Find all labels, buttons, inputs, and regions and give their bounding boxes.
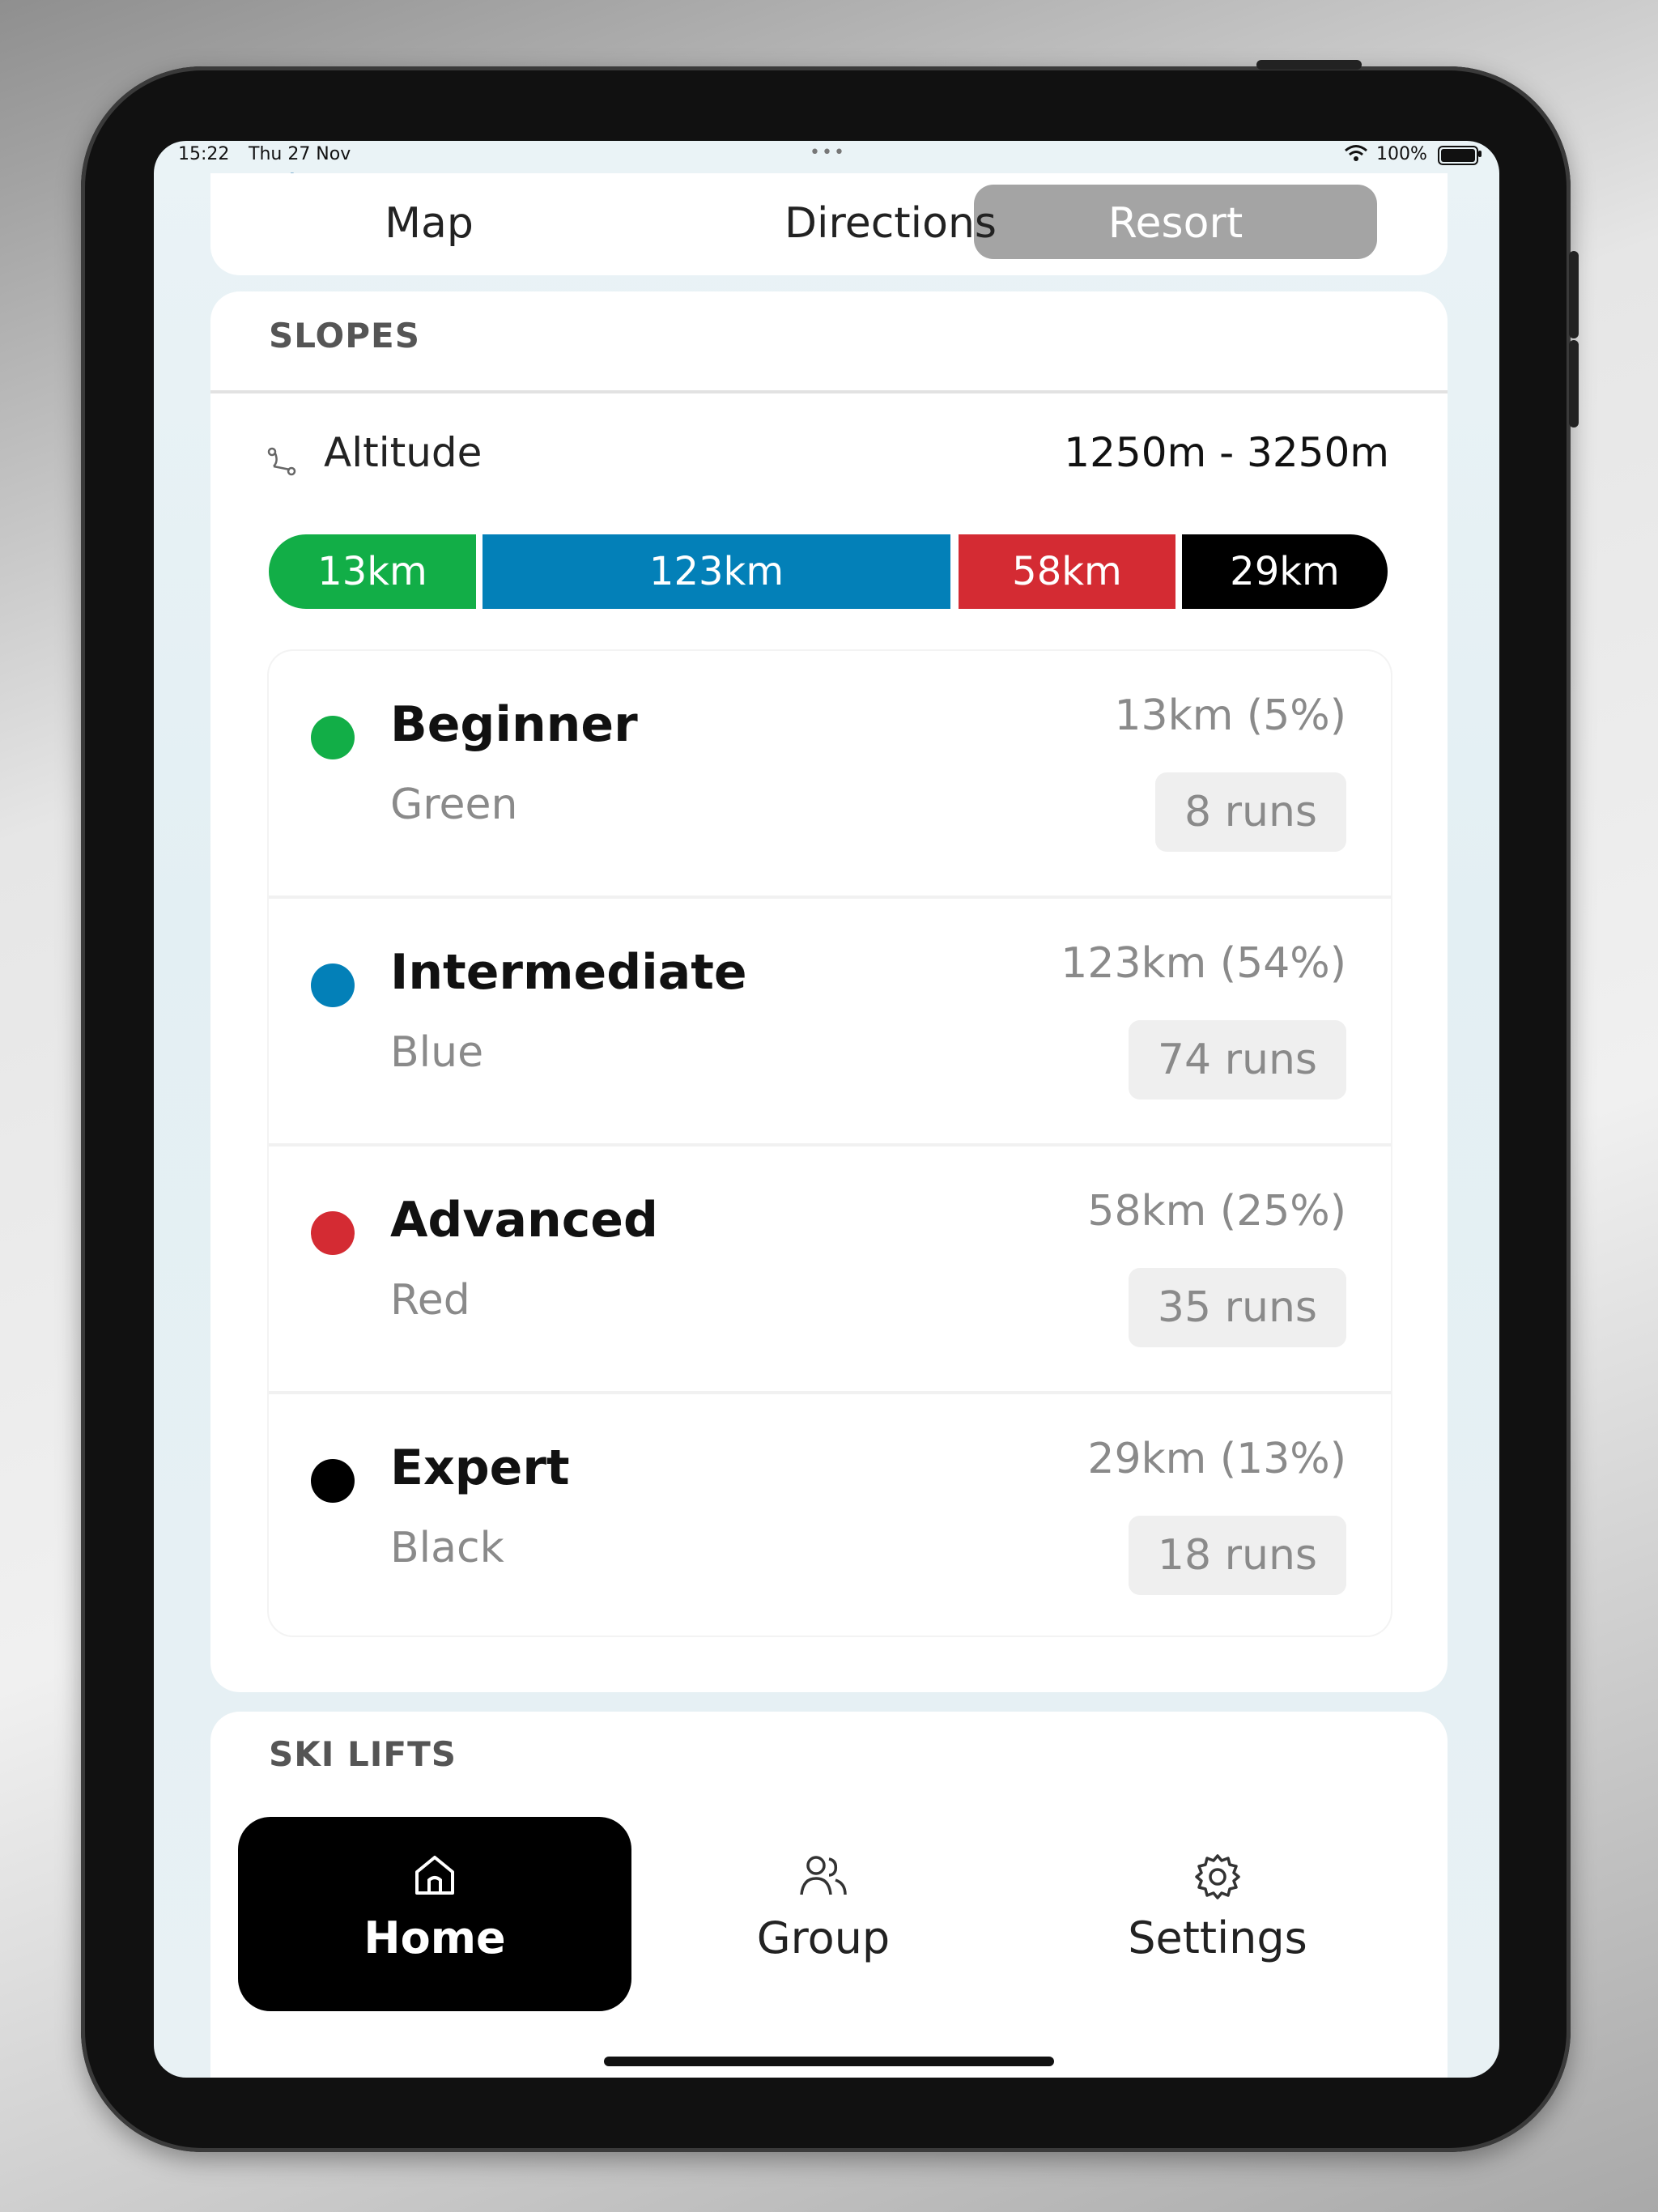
altitude-label: Altitude xyxy=(324,429,483,476)
altitude-icon xyxy=(267,447,296,479)
altitude-range: 1250m - 3250m xyxy=(1064,429,1389,476)
wifi-icon xyxy=(1344,144,1368,167)
level-name: Beginner xyxy=(390,696,638,753)
distribution-bar-blue: 123km xyxy=(483,534,950,609)
tab-resort[interactable]: Resort xyxy=(974,186,1377,261)
home-icon xyxy=(238,1849,631,1906)
tab-settings[interactable]: Settings xyxy=(1021,1817,1414,2011)
blue-dot-icon xyxy=(311,963,355,1007)
runs-badge: 74 runs xyxy=(1128,1020,1346,1100)
slopes-card: SLOPES Altitude 1250m - 3250m 13km 123km… xyxy=(210,291,1448,1692)
tab-home-label: Home xyxy=(363,1912,506,1963)
tab-group-label: Group xyxy=(756,1912,891,1963)
level-name: Advanced xyxy=(390,1192,658,1249)
distribution-bar-red: 58km xyxy=(959,534,1175,609)
distribution-bar-green: 13km xyxy=(269,534,476,609)
battery-tip xyxy=(1478,151,1482,157)
slope-level-row[interactable]: Intermediate Blue 123km (54%) 74 runs xyxy=(269,895,1391,1142)
black-dot-icon xyxy=(311,1459,355,1503)
screen: Show more 15:22 Thu 27 Nov ••• 100% Map … xyxy=(154,141,1499,2078)
slope-level-row[interactable]: Advanced Red 58km (25%) 35 runs xyxy=(269,1143,1391,1389)
level-length: 58km (25%) xyxy=(1087,1187,1346,1236)
tab-home[interactable]: Home xyxy=(238,1817,631,2011)
level-color: Blue xyxy=(390,1028,484,1077)
runs-badge: 18 runs xyxy=(1128,1516,1346,1595)
level-color: Black xyxy=(390,1524,504,1572)
level-length: 29km (13%) xyxy=(1087,1435,1346,1483)
battery-percent: 100% xyxy=(1376,144,1427,164)
group-icon xyxy=(627,1849,1020,1906)
status-date: Thu 27 Nov xyxy=(249,144,351,164)
level-name: Expert xyxy=(390,1440,570,1496)
status-bar: 15:22 Thu 27 Nov ••• 100% xyxy=(154,141,1499,173)
section-divider xyxy=(210,390,1448,393)
slope-level-row[interactable]: Expert Black 29km (13%) 18 runs xyxy=(269,1391,1391,1637)
level-length: 13km (5%) xyxy=(1114,691,1346,740)
power-button xyxy=(1256,60,1362,70)
green-dot-icon xyxy=(311,716,355,759)
level-length: 123km (54%) xyxy=(1061,939,1346,988)
red-dot-icon xyxy=(311,1211,355,1255)
slopes-heading: SLOPES xyxy=(269,316,420,355)
runs-badge: 35 runs xyxy=(1128,1268,1346,1347)
slope-level-row[interactable]: Beginner Green 13km (5%) 8 runs xyxy=(269,651,1391,894)
battery-icon xyxy=(1438,146,1478,165)
distribution-bar-black: 29km xyxy=(1182,534,1388,609)
tab-group[interactable]: Group xyxy=(627,1817,1020,2011)
ski-lifts-heading: SKI LIFTS xyxy=(269,1734,457,1774)
level-name: Intermediate xyxy=(390,944,747,1001)
slope-level-list: Beginner Green 13km (5%) 8 runs Intermed… xyxy=(269,651,1391,1636)
tab-map[interactable]: Map xyxy=(308,186,551,261)
level-color: Green xyxy=(390,781,518,829)
runs-badge: 8 runs xyxy=(1155,772,1346,852)
tab-settings-label: Settings xyxy=(1128,1912,1307,1963)
volume-down-button xyxy=(1569,340,1579,428)
home-indicator[interactable] xyxy=(604,2057,1054,2066)
status-time: 15:22 xyxy=(178,144,230,164)
gear-icon xyxy=(1021,1849,1414,1906)
multitasking-dots[interactable]: ••• xyxy=(810,143,846,163)
volume-up-button xyxy=(1569,251,1579,338)
level-color: Red xyxy=(390,1276,470,1325)
